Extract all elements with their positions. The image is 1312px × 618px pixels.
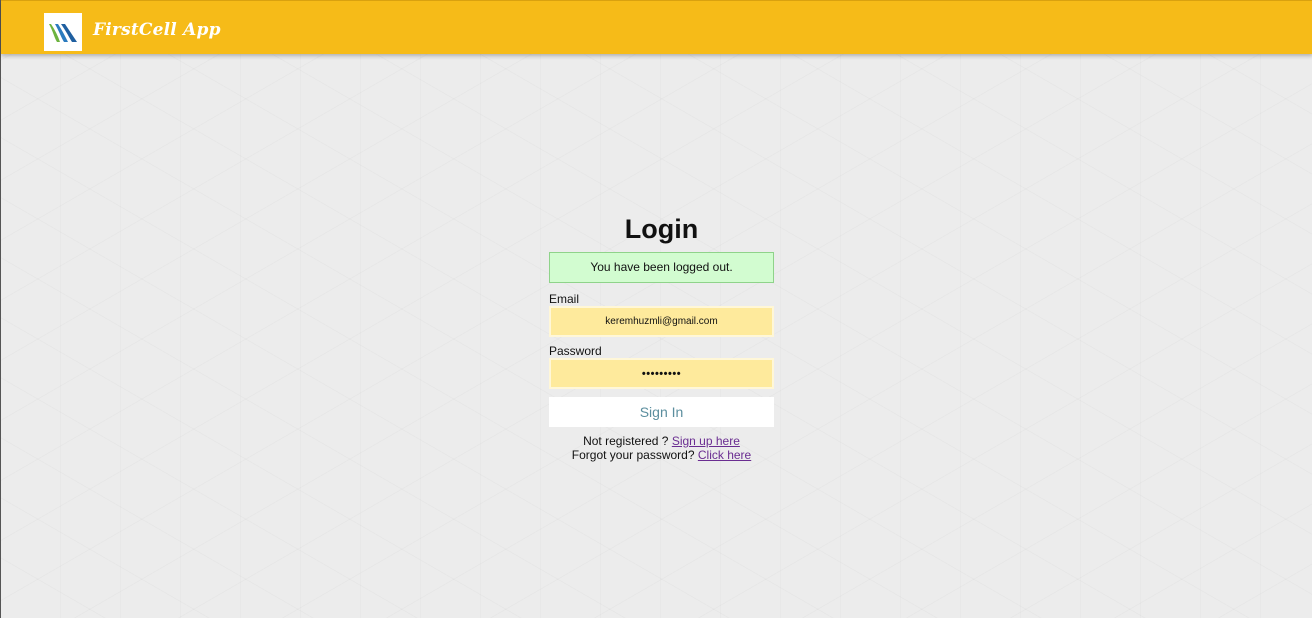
register-prompt: Not registered ? [583, 434, 669, 448]
email-label: Email [549, 292, 580, 306]
page-title: Login [624, 214, 699, 244]
sign-up-link[interactable]: Sign up here [672, 434, 740, 448]
register-line: Not registered ? Sign up here [549, 434, 774, 448]
forgot-prompt: Forgot your password? [571, 448, 695, 462]
account-links: Not registered ? Sign up here Forgot you… [549, 434, 774, 462]
top-navbar: FirstCell App [1, 0, 1312, 54]
firstcell-logo-icon[interactable] [44, 13, 82, 51]
email-field[interactable] [549, 306, 774, 337]
sign-in-button[interactable]: Sign In [549, 397, 774, 427]
forgot-password-link[interactable]: Click here [698, 448, 751, 462]
password-field[interactable] [549, 358, 774, 389]
password-label: Password [549, 344, 602, 358]
forgot-line: Forgot your password? Click here [549, 448, 774, 462]
logout-alert: You have been logged out. [549, 252, 774, 283]
login-form: Login You have been logged out. Email Pa… [549, 212, 774, 462]
app-brand[interactable]: FirstCell App [93, 20, 221, 40]
